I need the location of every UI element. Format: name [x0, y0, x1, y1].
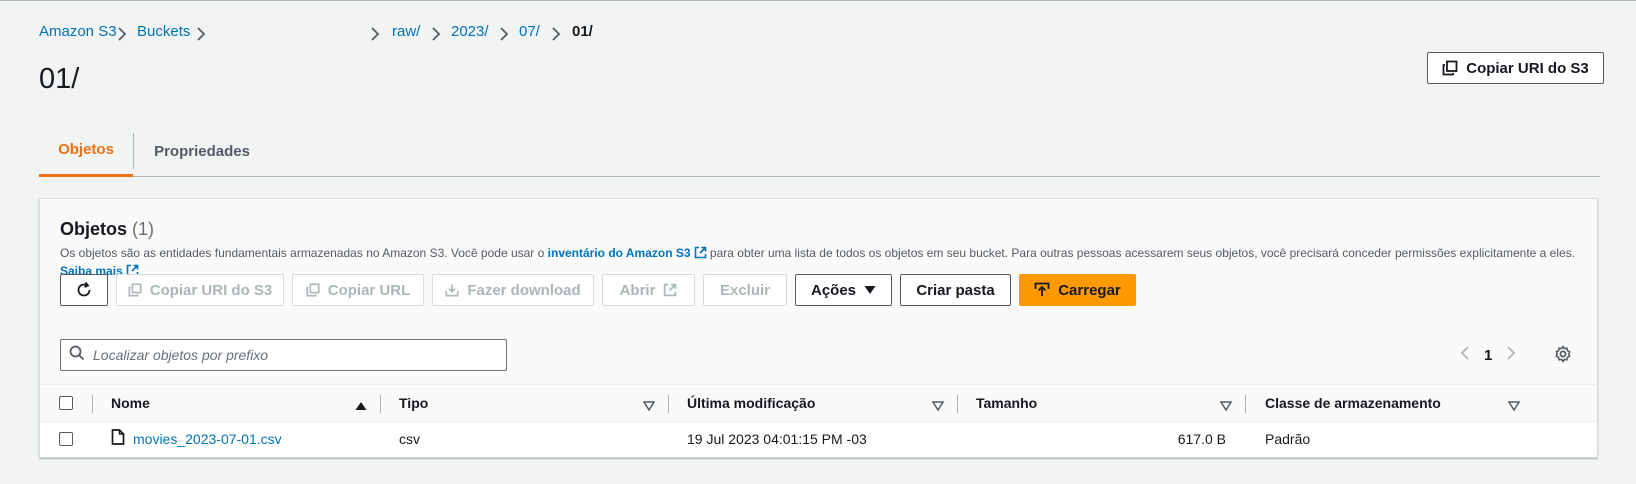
- sort-icon[interactable]: [642, 398, 656, 416]
- caret-down-icon: [864, 285, 876, 295]
- refresh-button[interactable]: [60, 274, 108, 306]
- description-text-end: para obter uma lista de todos os objetos…: [706, 246, 1576, 260]
- copy-s3-uri-label: Copiar URI do S3: [149, 281, 273, 299]
- upload-button[interactable]: Carregar: [1019, 274, 1136, 306]
- create-folder-label: Criar pasta: [916, 281, 995, 299]
- copy-icon: [1442, 60, 1458, 76]
- copy-icon: [306, 283, 320, 297]
- create-folder-button[interactable]: Criar pasta: [900, 274, 1011, 306]
- delete-label: Excluir: [719, 281, 771, 299]
- file-icon: [111, 429, 125, 448]
- sort-icon[interactable]: [1507, 398, 1521, 416]
- column-divider: [1245, 395, 1246, 413]
- row-size: 617.0 B: [1177, 430, 1226, 447]
- chevron-right-icon: [196, 26, 206, 42]
- copy-icon: [128, 283, 142, 297]
- breadcrumb-buckets[interactable]: Buckets: [137, 23, 190, 40]
- breadcrumb-raw[interactable]: raw/: [392, 23, 420, 40]
- inventory-link[interactable]: inventário do Amazon S3: [548, 246, 707, 260]
- breadcrumb-2023[interactable]: 2023/: [451, 23, 489, 40]
- table-row: movies_2023-07-01.csv csv 19 Jul 2023 04…: [40, 422, 1597, 455]
- objects-panel: Objetos (1) Os objetos são as entidades …: [39, 198, 1598, 458]
- objects-count: (1): [132, 219, 155, 239]
- column-header-modified[interactable]: Última modificação: [687, 385, 815, 421]
- chevron-left-icon[interactable]: [1460, 345, 1470, 365]
- tab-bar: Objetos Propriedades: [39, 125, 1600, 177]
- sort-ascending-icon[interactable]: [355, 398, 367, 416]
- search-icon: [69, 345, 85, 366]
- column-header-type[interactable]: Tipo: [399, 385, 428, 421]
- pagination: 1: [1460, 345, 1516, 365]
- download-label: Fazer download: [467, 281, 581, 299]
- chevron-right-icon: [117, 26, 127, 42]
- open-label: Abrir: [619, 281, 656, 299]
- column-divider: [668, 395, 669, 413]
- refresh-icon: [75, 281, 93, 299]
- sort-icon[interactable]: [1219, 398, 1233, 416]
- breadcrumb-amazon-s3[interactable]: Amazon S3: [39, 23, 117, 40]
- breadcrumb: Amazon S3 Buckets raw/ 2023/ 07/ 01/: [39, 23, 739, 45]
- objects-title: Objetos: [60, 219, 128, 239]
- copy-s3-uri-header-label: Copiar URI do S3: [1466, 59, 1589, 77]
- chevron-right-icon[interactable]: [1506, 345, 1516, 365]
- external-link-icon: [694, 246, 707, 263]
- column-divider: [92, 395, 93, 413]
- column-divider: [380, 395, 381, 413]
- select-all-checkbox[interactable]: [59, 385, 73, 421]
- breadcrumb-07[interactable]: 07/: [519, 23, 540, 40]
- tab-properties[interactable]: Propriedades: [134, 125, 270, 177]
- chevron-right-icon: [431, 26, 441, 42]
- column-divider: [957, 395, 958, 413]
- delete-button[interactable]: Excluir: [703, 274, 787, 306]
- table-header: Nome Tipo Última modificação Tamanho Cla…: [40, 384, 1597, 422]
- copy-url-button[interactable]: Copiar URL: [292, 274, 424, 306]
- column-header-storage-class[interactable]: Classe de armazenamento: [1265, 385, 1441, 421]
- download-icon: [445, 283, 459, 297]
- chevron-right-icon: [370, 26, 380, 42]
- page-title: 01/: [39, 63, 80, 95]
- copy-url-label: Copiar URL: [327, 281, 411, 299]
- page-number[interactable]: 1: [1484, 347, 1492, 364]
- chevron-right-icon: [551, 26, 561, 42]
- breadcrumb-current: 01/: [572, 23, 593, 40]
- row-modified: 19 Jul 2023 04:01:15 PM -03: [687, 430, 867, 447]
- upload-label: Carregar: [1058, 281, 1121, 299]
- row-storage-class: Padrão: [1265, 430, 1311, 447]
- object-name-link[interactable]: movies_2023-07-01.csv: [133, 431, 282, 447]
- actions-dropdown[interactable]: Ações: [795, 274, 892, 306]
- upload-icon: [1034, 282, 1050, 298]
- search-input[interactable]: [93, 347, 473, 363]
- gear-icon[interactable]: [1554, 345, 1572, 368]
- sort-icon[interactable]: [931, 398, 945, 416]
- external-link-icon: [663, 283, 677, 297]
- description-text: Os objetos são as entidades fundamentais…: [60, 246, 548, 260]
- search-box: [60, 339, 507, 371]
- tab-objects[interactable]: Objetos: [39, 125, 133, 177]
- row-type: csv: [399, 430, 420, 447]
- inventory-link-label: inventário do Amazon S3: [547, 246, 691, 260]
- chevron-right-icon: [499, 26, 509, 42]
- objects-table: Nome Tipo Última modificação Tamanho Cla…: [40, 384, 1597, 455]
- column-header-size[interactable]: Tamanho: [976, 385, 1037, 421]
- copy-s3-uri-button[interactable]: Copiar URI do S3: [116, 274, 284, 306]
- copy-s3-uri-header-button[interactable]: Copiar URI do S3: [1427, 52, 1604, 84]
- download-button[interactable]: Fazer download: [432, 274, 594, 306]
- open-button[interactable]: Abrir: [602, 274, 695, 306]
- objects-heading: Objetos (1): [60, 219, 154, 240]
- row-name-cell: movies_2023-07-01.csv: [111, 422, 282, 455]
- row-checkbox[interactable]: [59, 422, 73, 455]
- actions-label: Ações: [810, 281, 857, 299]
- column-header-name[interactable]: Nome: [111, 385, 150, 421]
